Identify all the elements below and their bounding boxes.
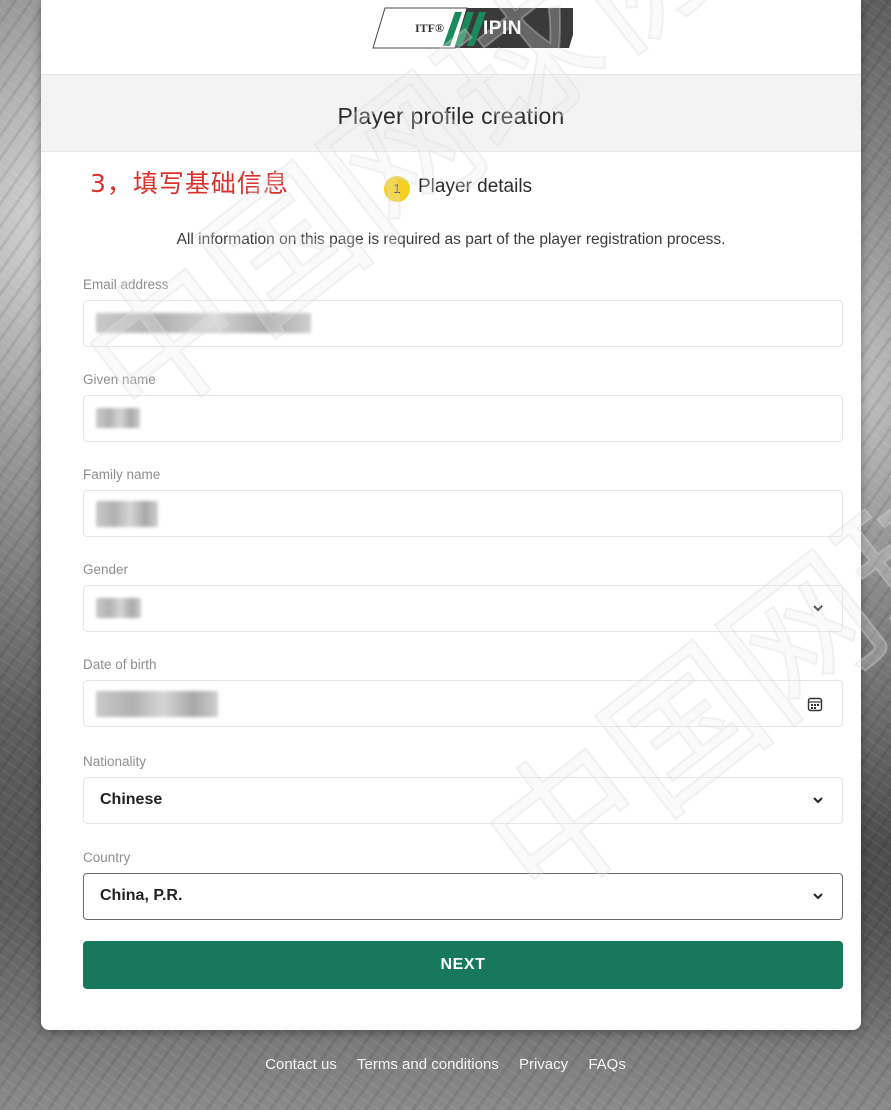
gender-label: Gender bbox=[83, 562, 129, 577]
nationality-select[interactable]: Chinese bbox=[83, 777, 843, 824]
chevron-down-icon bbox=[813, 797, 823, 804]
redacted-value bbox=[96, 408, 140, 428]
footer-link-faqs[interactable]: FAQs bbox=[588, 1056, 626, 1073]
country-select[interactable]: China, P.R. bbox=[83, 873, 843, 920]
ipin-logo-graphic bbox=[372, 7, 573, 49]
footer-link-privacy[interactable]: Privacy bbox=[519, 1056, 568, 1073]
nationality-label: Nationality bbox=[83, 754, 147, 769]
step-title: Player details bbox=[418, 176, 533, 197]
step-number-badge: 1 bbox=[384, 176, 410, 202]
footer-link-contact[interactable]: Contact us bbox=[265, 1056, 337, 1073]
itf-logo-text: ITF® bbox=[415, 21, 444, 35]
calendar-icon[interactable] bbox=[807, 696, 823, 712]
gender-select[interactable] bbox=[83, 585, 843, 632]
registration-card: ITF® IPIN Player profile creation 3，填写基础… bbox=[41, 0, 861, 1030]
country-label: Country bbox=[83, 850, 131, 865]
redacted-value bbox=[96, 313, 311, 333]
title-band: Player profile creation bbox=[41, 74, 861, 152]
date-of-birth-field[interactable] bbox=[83, 680, 843, 727]
email-field[interactable] bbox=[83, 300, 843, 347]
country-value: China, P.R. bbox=[100, 887, 183, 904]
page-title: Player profile creation bbox=[337, 103, 565, 129]
family-name-field[interactable] bbox=[83, 490, 843, 537]
chevron-down-icon bbox=[813, 893, 823, 900]
footer-link-terms[interactable]: Terms and conditions bbox=[357, 1056, 499, 1073]
family-name-label: Family name bbox=[83, 467, 161, 482]
redacted-value bbox=[96, 598, 141, 618]
next-button[interactable]: NEXT bbox=[83, 941, 843, 989]
logo-bar: ITF® IPIN bbox=[41, 0, 861, 74]
redacted-value bbox=[96, 501, 158, 527]
nationality-value: Chinese bbox=[100, 791, 163, 808]
chevron-down-icon bbox=[813, 605, 823, 612]
info-text: All information on this page is required… bbox=[176, 231, 726, 248]
given-name-field[interactable] bbox=[83, 395, 843, 442]
redacted-value bbox=[96, 691, 218, 717]
given-name-label: Given name bbox=[83, 372, 156, 387]
instruction-annotation: 3，填写基础信息 bbox=[90, 169, 289, 198]
footer-links: Contact us Terms and conditions Privacy … bbox=[0, 1056, 891, 1073]
date-of-birth-label: Date of birth bbox=[83, 657, 157, 672]
email-label: Email address bbox=[83, 277, 169, 292]
ipin-logo[interactable]: ITF® IPIN bbox=[363, 6, 573, 50]
ipin-logo-text: IPIN bbox=[483, 18, 522, 39]
